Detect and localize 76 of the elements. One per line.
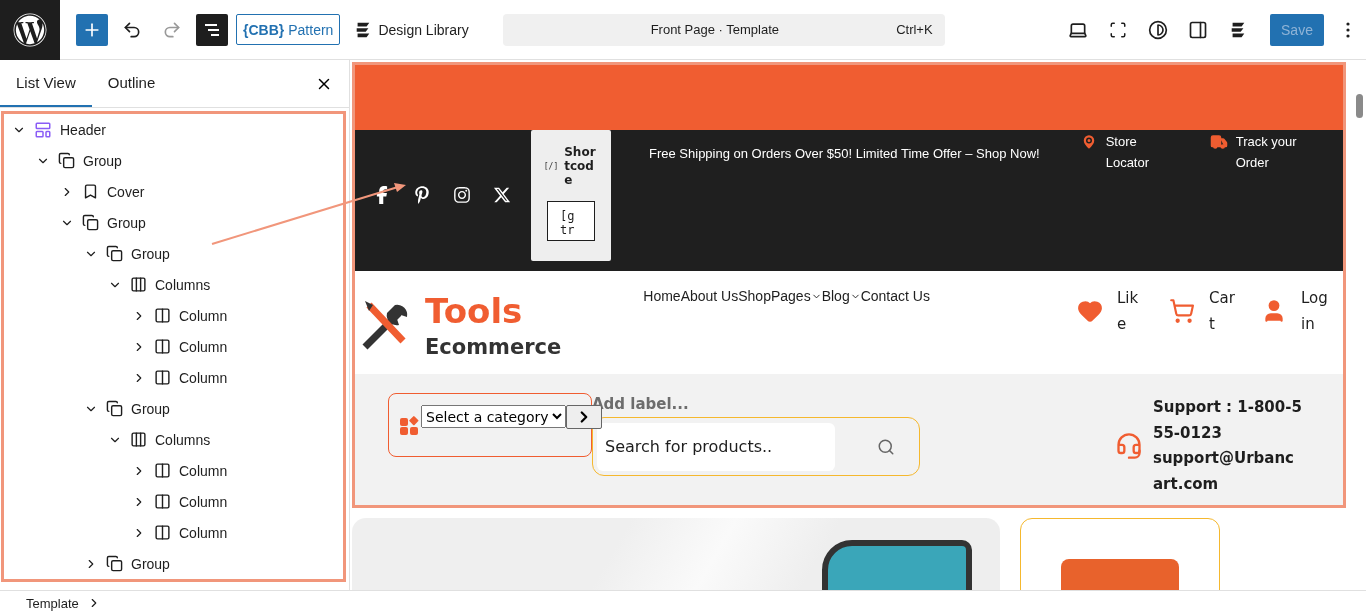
nav-link[interactable]: Contact Us — [860, 288, 930, 304]
undo-icon — [122, 19, 142, 40]
sidebar-tab[interactable]: List View — [0, 60, 92, 107]
header-block-icon — [34, 120, 52, 139]
wordpress-logo[interactable] — [0, 0, 60, 60]
tree-item-label[interactable]: Column — [179, 462, 228, 479]
tree-item-label[interactable]: Column — [179, 524, 228, 541]
nav-link[interactable]: Shop — [738, 288, 771, 304]
headset-icon — [1115, 432, 1143, 460]
category-dropdown[interactable]: Select a category — [421, 405, 566, 428]
add-block-button[interactable] — [76, 13, 108, 46]
nav-link[interactable]: Home — [643, 288, 681, 304]
support-email: support@Urbancart.com — [1153, 448, 1295, 495]
more-options-icon — [1346, 21, 1350, 38]
group-block-icon — [106, 555, 123, 572]
tree-item-label[interactable]: Group — [131, 245, 170, 262]
redo-icon — [162, 19, 182, 40]
fullscreen-icon — [1109, 20, 1127, 39]
list-view-button[interactable] — [196, 13, 228, 46]
nav-link[interactable]: About Us — [680, 288, 739, 304]
tree-item-label[interactable]: Group — [131, 400, 170, 417]
pattern-button[interactable]: {CBB} Pattern — [236, 14, 341, 45]
tree-item-label[interactable]: Column — [179, 493, 228, 510]
column-block-icon — [154, 369, 171, 386]
announcement-text: Free Shipping on Orders Over $50! Limited Time Offer – Shop Now! — [649, 146, 1040, 161]
tree-item-label[interactable]: Cover — [107, 183, 145, 200]
tree-item-label[interactable]: Column — [179, 338, 228, 355]
breadcrumb-link[interactable]: Template — [26, 595, 79, 611]
column-block-icon — [154, 462, 171, 479]
pinterest-icon[interactable] — [413, 186, 431, 204]
shortcode-icon: [/] — [543, 162, 559, 172]
group-block-icon — [58, 152, 75, 169]
columns-block-icon — [130, 431, 147, 448]
column-block-icon — [154, 338, 171, 355]
instagram-icon[interactable] — [453, 186, 471, 204]
shortcode-field[interactable]: [gtr — [547, 201, 595, 242]
cart-icon — [1169, 298, 1195, 324]
list-view-icon — [204, 22, 220, 37]
heart-icon — [1077, 298, 1103, 324]
nav-link[interactable]: Pages — [770, 288, 822, 304]
header-action-link[interactable]: Like — [1077, 285, 1145, 337]
shortcode-title: Shortcode — [564, 146, 597, 188]
x-icon[interactable] — [493, 186, 511, 204]
tree-item-label[interactable]: Column — [179, 369, 228, 386]
nav-link[interactable]: Blog — [821, 288, 861, 304]
tree-item-label[interactable]: Group — [83, 152, 122, 169]
column-block-icon — [154, 524, 171, 541]
command-palette-button[interactable]: Front Page · Template Ctrl+K — [502, 13, 945, 46]
tree-item-label[interactable]: Header — [60, 121, 106, 138]
stacked-layers-icon — [1229, 20, 1247, 39]
column-block-icon — [154, 307, 171, 324]
scrollbar-thumb[interactable] — [1355, 94, 1363, 118]
tree-item-label[interactable]: Columns — [155, 431, 211, 448]
header-action-link[interactable]: Cart — [1169, 285, 1237, 337]
sidebar-panel-icon — [1188, 19, 1208, 40]
contrast-icon — [1148, 19, 1168, 40]
columns-block-icon — [130, 276, 147, 293]
design-library-button[interactable]: Design Library — [348, 19, 475, 40]
tree-item-label[interactable]: Group — [131, 555, 170, 572]
top-bar-link[interactable]: Store Locator — [1079, 130, 1170, 173]
top-bar-link[interactable]: Track your Order — [1209, 130, 1310, 173]
search-icon[interactable] — [877, 437, 895, 456]
cover-block-icon — [82, 183, 99, 200]
sidebar-tab[interactable]: Outline — [91, 60, 172, 107]
tree-item-label[interactable]: Column — [179, 307, 228, 324]
group-block-icon — [106, 245, 123, 262]
category-grid-icon — [399, 416, 419, 436]
column-block-icon — [154, 493, 171, 510]
truck-icon — [1209, 133, 1228, 151]
tree-item-label[interactable]: Columns — [155, 276, 211, 293]
search-field[interactable]: Search for products.. — [597, 422, 835, 471]
group-block-icon — [106, 400, 123, 417]
header-action-link[interactable]: Login — [1261, 285, 1329, 337]
site-logo[interactable]: Tools Ecommerce — [359, 291, 562, 359]
tree-item-label[interactable]: Group — [107, 214, 146, 231]
group-block-icon — [82, 214, 99, 231]
